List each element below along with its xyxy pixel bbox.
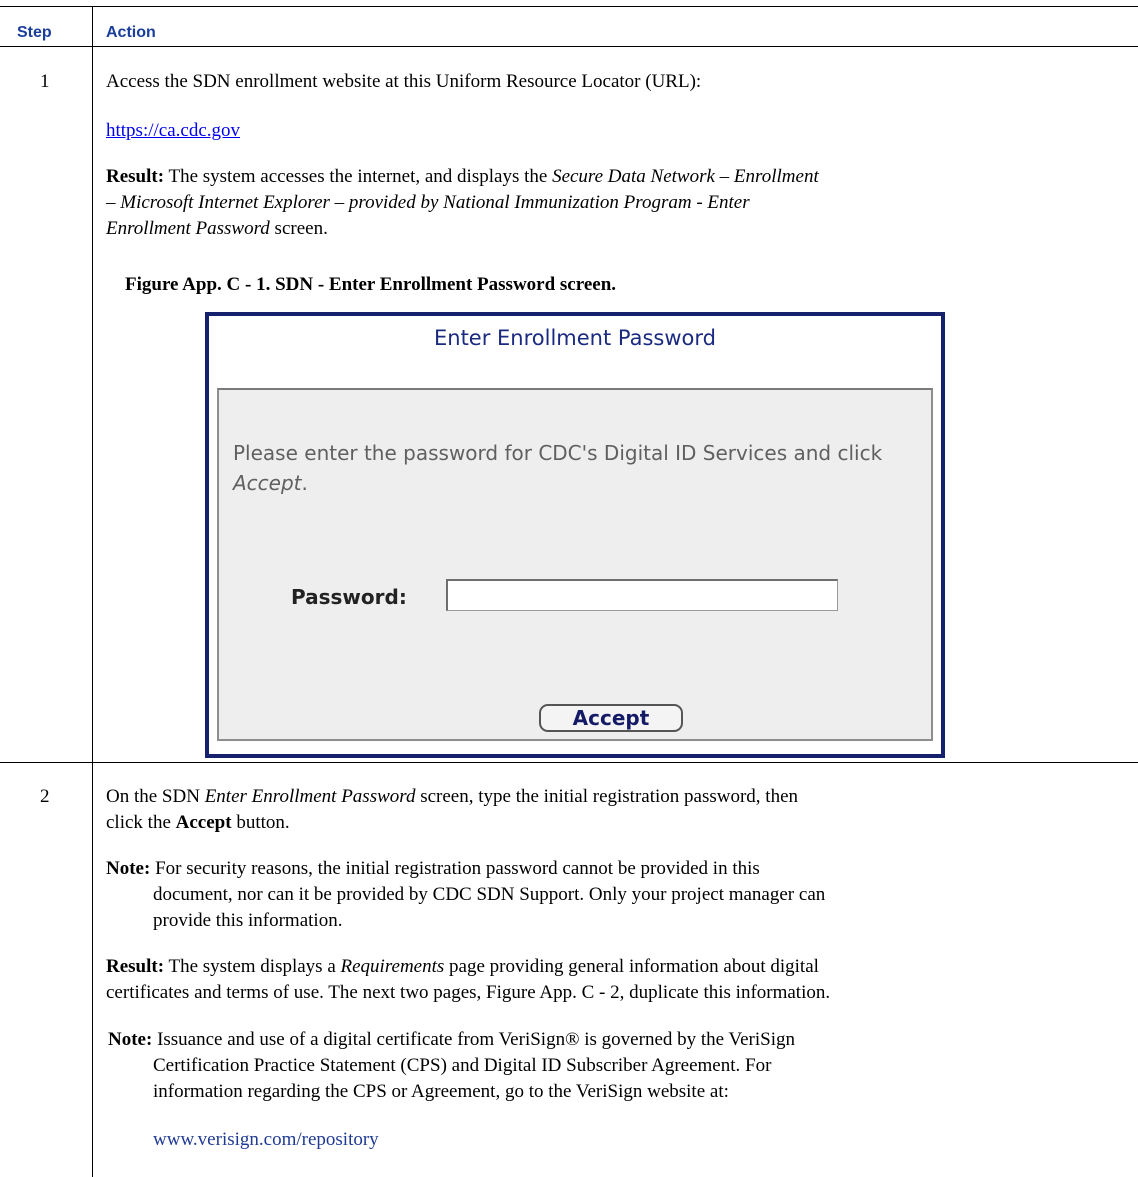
result-label: Result: (106, 956, 165, 977)
header-action: Action (106, 24, 156, 41)
step1-result-line3: Enrollment Password screen. (106, 216, 328, 241)
password-panel: Please enter the password for CDC's Digi… (217, 388, 933, 741)
instructions-period: . (301, 471, 308, 495)
step2-result-line1: Result: The system displays a Requiremen… (106, 954, 819, 979)
password-label: Password: (291, 585, 407, 609)
note1-line2: document, nor can it be provided by CDC … (153, 884, 826, 905)
step-number: 2 (40, 786, 50, 807)
enrollment-password-screenshot: Enter Enrollment Password Please enter t… (205, 312, 945, 758)
note2-line3: information regarding the CPS or Agreeme… (153, 1081, 729, 1102)
note1-line1: Note: For security reasons, the initial … (106, 856, 760, 881)
result-label: Result: (106, 166, 165, 187)
step1-access-text: Access the SDN enrollment website at thi… (106, 71, 702, 92)
step2-text-end: button. (231, 812, 290, 833)
step-number: 1 (40, 71, 50, 92)
step2-text-cont: screen, type the initial registration pa… (415, 786, 799, 807)
step2-accept-bold: Accept (175, 812, 232, 833)
step2-screen-name: Enter Enrollment Password (204, 786, 416, 807)
step1-result-line2: – Microsoft Internet Explorer – provided… (106, 190, 750, 215)
step1-url-link[interactable]: https://ca.cdc.gov (106, 118, 240, 143)
result-screen-name-cont: – Microsoft Internet Explorer – provided… (106, 192, 750, 213)
step2-text: On the SDN (106, 786, 205, 807)
table-top-border (0, 6, 1138, 7)
note-label: Note: (108, 1029, 153, 1050)
result-screen-name: Secure Data Network – Enrollment (552, 166, 819, 187)
accept-button[interactable]: Accept (539, 704, 683, 732)
result-screen-name-end: Enrollment Password (106, 218, 270, 239)
result-text: The system accesses the internet, and di… (164, 166, 553, 187)
step2-text: click the (106, 812, 176, 833)
note-text: Issuance and use of a digital certificat… (152, 1029, 795, 1050)
row-divider (0, 762, 1138, 763)
step2-result-line2: certificates and terms of use. The next … (106, 982, 831, 1003)
result-text-cont: page providing general information about… (444, 956, 819, 977)
header-bottom-border (0, 46, 1138, 47)
result-text: The system displays a (164, 956, 341, 977)
header-step: Step (17, 24, 52, 41)
screenshot-title: Enter Enrollment Password (434, 326, 716, 350)
instructions-text: Please enter the password for CDC's Digi… (233, 441, 883, 465)
step2-line1: On the SDN Enter Enrollment Password scr… (106, 784, 798, 809)
verisign-repository-link[interactable]: www.verisign.com/repository (153, 1127, 379, 1152)
note2-line2: Certification Practice Statement (CPS) a… (153, 1055, 772, 1076)
figure-caption: Figure App. C - 1. SDN - Enter Enrollmen… (125, 274, 617, 295)
password-input[interactable] (446, 579, 838, 611)
result-text-end: screen. (269, 218, 328, 239)
instructions-accept: Accept (233, 471, 302, 495)
step1-result-line1: Result: The system accesses the internet… (106, 164, 819, 189)
result-page-name: Requirements (340, 956, 445, 977)
note-text: For security reasons, the initial regist… (150, 858, 760, 879)
column-divider (92, 6, 93, 1177)
note1-line3: provide this information. (153, 910, 343, 931)
note-label: Note: (106, 858, 151, 879)
note2-line1: Note: Issuance and use of a digital cert… (108, 1027, 795, 1052)
document-page: Step Action 1 Access the SDN enrollment … (0, 0, 1138, 1177)
password-instructions: Please enter the password for CDC's Digi… (233, 438, 923, 498)
step2-line2: click the Accept button. (106, 810, 290, 835)
